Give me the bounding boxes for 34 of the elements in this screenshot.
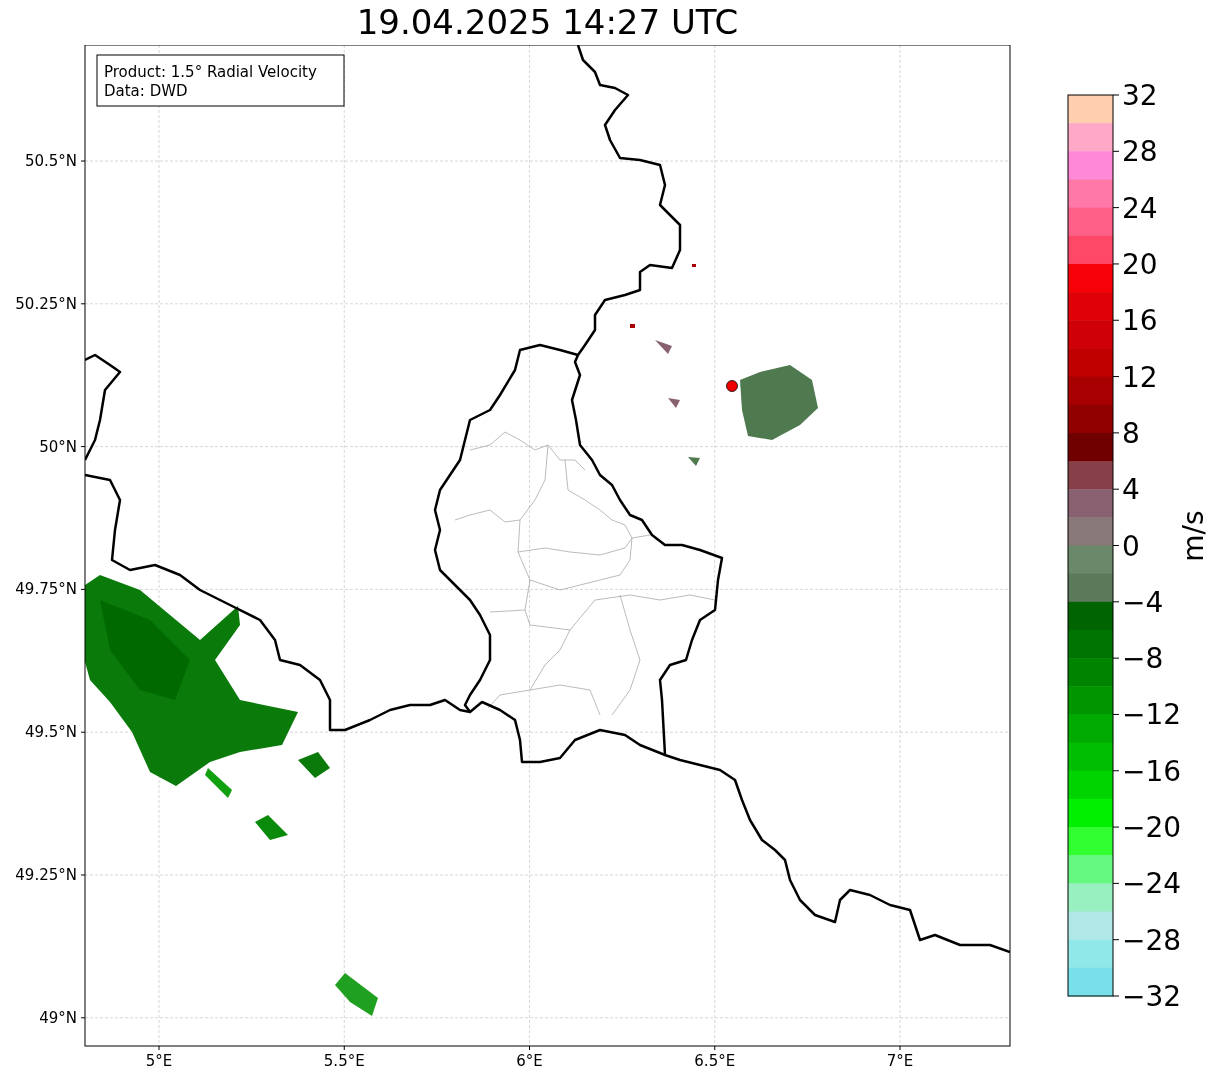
y-tick-label: 50.5°N [24, 152, 77, 170]
colorbar-tick-label: 0 [1122, 529, 1140, 563]
colorbar-tick-label: 8 [1122, 416, 1140, 450]
colorbar-tick-label: 16 [1122, 304, 1158, 338]
x-tick-label: 7°E [886, 1052, 914, 1070]
x-tick-label: 5°E [145, 1052, 173, 1070]
colorbar-tick-label: −8 [1122, 642, 1164, 676]
colorbar-tick-label: −16 [1122, 754, 1182, 788]
y-tick-label: 50.25°N [15, 294, 77, 313]
chart-title: 19.04.2025 14:27 UTC [355, 1, 740, 44]
colorbar-tick-label: −24 [1122, 867, 1182, 901]
x-tick-label: 5.5°E [323, 1052, 365, 1070]
y-tick-label: 49.5°N [24, 723, 77, 742]
colorbar-label: m/s [1177, 510, 1210, 562]
x-tick-label: 6°E [516, 1052, 543, 1070]
colorbar-tick-label: 28 [1122, 135, 1158, 169]
colorbar-tick-label: 4 [1122, 473, 1140, 507]
colorbar-tick-label: −12 [1122, 698, 1182, 732]
radar-site-icon [726, 380, 738, 392]
y-tick-label: 49°N [39, 1008, 77, 1027]
colorbar-tick-label: −4 [1122, 585, 1164, 619]
colorbar-tick-label: 24 [1122, 191, 1158, 225]
colorbar-tick-label: 12 [1122, 360, 1158, 394]
colorbar-tick-label: −32 [1122, 980, 1182, 1013]
colorbar-tick-label: 20 [1122, 247, 1158, 281]
legend-text: Product: 1.5° Radial Velocity [104, 63, 317, 81]
legend-text: Data: DWD [104, 82, 188, 100]
colorbar-tick-label: −28 [1122, 923, 1182, 957]
y-tick-label: 49.25°N [15, 866, 77, 884]
y-tick-label: 49.75°N [15, 580, 77, 599]
x-tick-label: 6.5°E [694, 1052, 736, 1070]
colorbar-tick-label: −20 [1122, 811, 1182, 845]
y-tick-label: 50°N [39, 437, 77, 456]
colorbar-tick-label: 32 [1122, 79, 1158, 112]
